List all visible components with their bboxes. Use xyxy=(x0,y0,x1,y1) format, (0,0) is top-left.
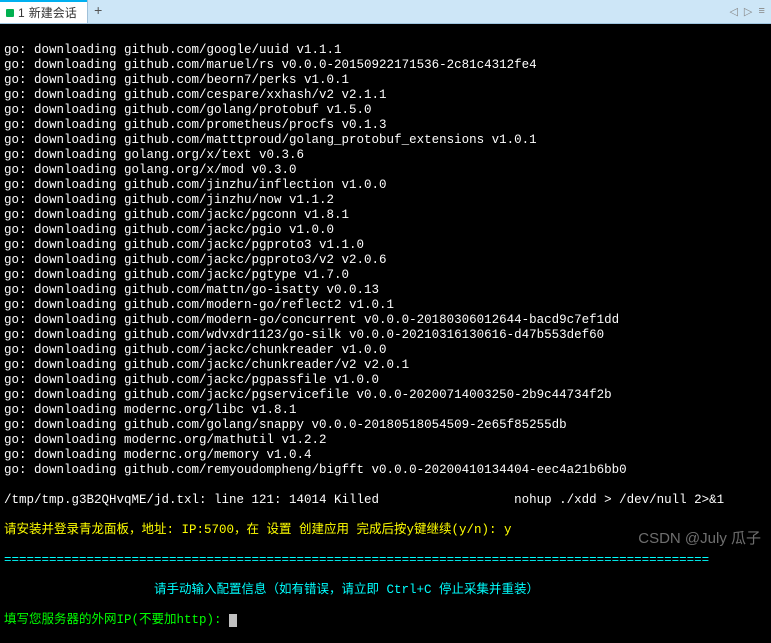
log-line: go: downloading github.com/google/uuid v… xyxy=(4,43,767,58)
log-line: go: downloading github.com/golang/snappy… xyxy=(4,418,767,433)
nav-menu-icon[interactable]: ≡ xyxy=(758,6,765,18)
nav-left-icon[interactable]: ◁ xyxy=(729,5,737,19)
log-line: go: downloading github.com/jackc/pgtype … xyxy=(4,268,767,283)
tab-index: 1 xyxy=(18,6,25,20)
log-line: go: downloading github.com/jinzhu/now v1… xyxy=(4,193,767,208)
nav-right-icon[interactable]: ▷ xyxy=(744,5,752,19)
log-line: go: downloading github.com/jackc/pgpassf… xyxy=(4,373,767,388)
add-tab-button[interactable]: + xyxy=(87,0,109,23)
log-line: go: downloading github.com/cespare/xxhas… xyxy=(4,88,767,103)
ip-prompt[interactable]: 填写您服务器的外网IP(不要加http): xyxy=(4,613,767,628)
log-line: go: downloading github.com/jackc/pgservi… xyxy=(4,388,767,403)
log-line: go: downloading modernc.org/mathutil v1.… xyxy=(4,433,767,448)
log-line: go: downloading github.com/prometheus/pr… xyxy=(4,118,767,133)
tab-active[interactable]: 1 新建会话 xyxy=(0,0,87,23)
log-line: go: downloading github.com/remyoudomphen… xyxy=(4,463,767,478)
log-line: go: downloading github.com/wdvxdr1123/go… xyxy=(4,328,767,343)
log-line: go: downloading github.com/modern-go/con… xyxy=(4,313,767,328)
log-line: go: downloading github.com/modern-go/ref… xyxy=(4,298,767,313)
log-line: go: downloading github.com/mattn/go-isat… xyxy=(4,283,767,298)
log-line: go: downloading github.com/golang/protob… xyxy=(4,103,767,118)
log-line: go: downloading golang.org/x/mod v0.3.0 xyxy=(4,163,767,178)
log-line: go: downloading github.com/jackc/pgproto… xyxy=(4,253,767,268)
log-line: go: downloading modernc.org/memory v1.0.… xyxy=(4,448,767,463)
manual-prompt: 请手动输入配置信息（如有错误，请立即 Ctrl+C 停止采集并重装） xyxy=(4,583,767,598)
log-line: go: downloading github.com/jackc/pgproto… xyxy=(4,238,767,253)
log-line: go: downloading github.com/jinzhu/inflec… xyxy=(4,178,767,193)
log-line: go: downloading github.com/matttproud/go… xyxy=(4,133,767,148)
terminal-output[interactable]: go: downloading github.com/google/uuid v… xyxy=(0,24,771,643)
cursor-icon xyxy=(229,614,237,627)
log-line: go: downloading github.com/jackc/chunkre… xyxy=(4,358,767,373)
tab-nav: ◁ ▷ ≡ xyxy=(723,0,771,23)
install-prompt: 请安装并登录青龙面板，地址: IP:5700，在 设置 创建应用 完成后按y键继… xyxy=(4,523,767,538)
status-dot-icon xyxy=(6,9,14,17)
log-line: go: downloading github.com/jackc/chunkre… xyxy=(4,343,767,358)
tab-title: 新建会话 xyxy=(29,4,77,21)
log-line: go: downloading github.com/beorn7/perks … xyxy=(4,73,767,88)
log-line: go: downloading github.com/maruel/rs v0.… xyxy=(4,58,767,73)
divider-line: ========================================… xyxy=(4,553,767,568)
log-line: go: downloading modernc.org/libc v1.8.1 xyxy=(4,403,767,418)
log-line: go: downloading github.com/jackc/pgconn … xyxy=(4,208,767,223)
log-line: go: downloading golang.org/x/text v0.3.6 xyxy=(4,148,767,163)
tab-bar: 1 新建会话 + ◁ ▷ ≡ xyxy=(0,0,771,24)
log-line: go: downloading github.com/jackc/pgio v1… xyxy=(4,223,767,238)
killed-line: /tmp/tmp.g3B2QHvqME/jd.txl: line 121: 14… xyxy=(4,493,767,508)
